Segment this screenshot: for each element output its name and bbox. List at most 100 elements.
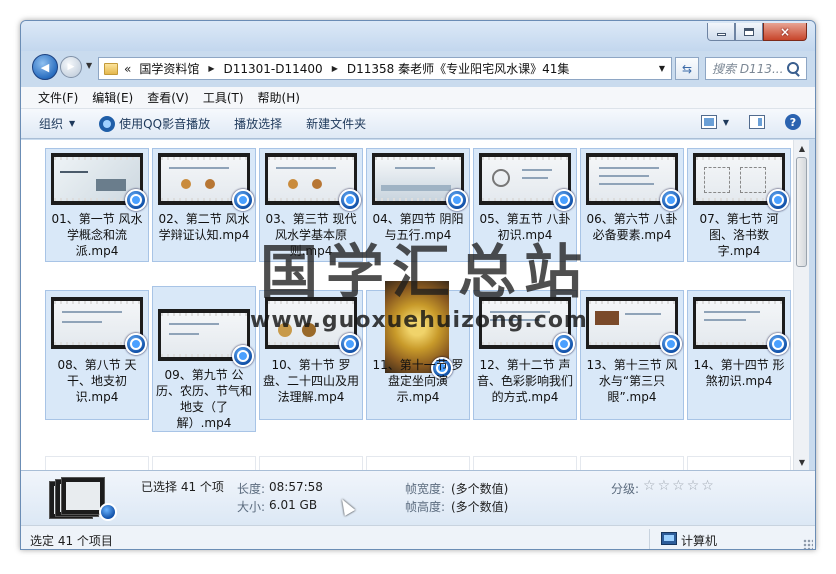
qq-player-icon [767,333,789,355]
file-tile[interactable]: 06、第六节 八卦必备要素.mp4 [580,148,684,262]
qq-player-icon [232,345,254,367]
menu-help[interactable]: 帮助(H) [251,89,307,106]
play-selection-label: 播放选择 [234,117,283,131]
size-value: 6.01 GB [269,498,318,512]
organize-label: 组织 [39,117,64,131]
organize-button[interactable]: 组织 ▼ [39,115,75,132]
video-thumbnail [693,153,789,211]
file-tile[interactable] [687,456,791,470]
menu-file[interactable]: 文件(F) [31,89,85,106]
close-button[interactable]: × [763,23,807,41]
status-location: 计算机 [681,534,718,548]
video-thumbnail [51,153,147,211]
scrollbar-thumb[interactable] [796,157,807,267]
vertical-scrollbar[interactable]: ▲ ▼ [793,140,809,470]
file-tile[interactable]: 14、第十四节 形煞初识.mp4 [687,290,791,420]
address-bar[interactable]: « 国学资料馆 ▶ D11301-D11400 ▶ D11358 秦老师《专业阳… [98,57,672,80]
search-input[interactable]: 搜索 D113... [705,57,807,80]
qq-player-icon [553,333,575,355]
file-tile[interactable] [580,456,684,470]
file-tile[interactable]: 07、第七节 河图、洛书数字.mp4 [687,148,791,262]
menu-view[interactable]: 查看(V) [140,89,196,106]
scroll-down-icon[interactable]: ▼ [794,454,810,470]
file-tile[interactable] [366,456,470,470]
file-name: 01、第一节 风水学概念和流派.mp4 [51,212,143,258]
resize-grip-icon[interactable] [803,539,813,549]
video-thumbnail [51,297,147,355]
breadcrumb-item[interactable]: 国学资料馆 [139,60,199,77]
star-icon[interactable]: ☆ [643,478,656,494]
file-tile[interactable]: 02、第二节 风水学辩证认知.mp4 [152,148,256,262]
file-name: 09、第九节 公历、农历、节气和地支（了解）.mp4 [155,368,252,430]
new-folder-label: 新建文件夹 [306,117,367,131]
qq-play-button[interactable]: 使用QQ影音播放 [99,115,210,132]
rating-label: 分级: [611,482,640,496]
file-name: 06、第六节 八卦必备要素.mp4 [586,212,678,242]
file-tile[interactable]: 13、第十三节 风水与“第三只眼”.mp4 [580,290,684,420]
preview-pane-icon[interactable] [749,115,765,129]
breadcrumb-item[interactable]: D11301-D11400 [224,62,323,76]
file-tile[interactable] [152,456,256,470]
qq-play-label: 使用QQ影音播放 [119,117,211,131]
recent-pages-dropdown[interactable]: ▼ [86,61,92,70]
maximize-icon [744,27,754,36]
qq-player-icon [553,189,575,211]
qq-player-icon [767,189,789,211]
status-divider [649,529,650,549]
star-icon[interactable]: ☆ [672,478,685,494]
breadcrumb-current[interactable]: D11358 秦老师《专业阳宅风水课》41集 [347,60,570,77]
forward-button[interactable]: ▶ [60,56,82,78]
file-tile[interactable]: 01、第一节 风水学概念和流派.mp4 [45,148,149,262]
address-dropdown-icon[interactable]: ▼ [659,64,665,73]
file-name: 11、第十一节 罗盘定坐向演示.mp4 [372,358,464,404]
change-view-icon[interactable] [700,115,717,129]
refresh-button[interactable]: ⇆ [675,57,699,80]
breadcrumb-separator-icon[interactable]: ▶ [332,64,338,73]
qq-player-icon [125,333,147,355]
title-bar: × [21,21,815,51]
file-name: 08、第八节 天干、地支初识.mp4 [57,358,137,404]
file-tile[interactable] [259,456,363,470]
help-icon[interactable]: ? [785,114,801,130]
search-icon[interactable] [786,61,802,77]
rating-stars[interactable]: ☆ ☆ ☆ ☆ ☆ [643,478,716,494]
maximize-button[interactable] [735,23,763,41]
new-folder-button[interactable]: 新建文件夹 [306,115,366,132]
navigation-row: ◀ ▶ ▼ « 国学资料馆 ▶ D11301-D11400 ▶ D11358 秦… [21,51,815,87]
qq-player-icon [339,333,361,355]
video-thumbnail [265,153,361,211]
video-thumbnail [158,153,254,211]
selected-count: 已选择 41 个项 [141,480,224,494]
chevron-left-icon[interactable]: « [124,62,131,76]
qq-player-icon [660,333,682,355]
file-tile[interactable]: 08、第八节 天干、地支初识.mp4 [45,290,149,420]
file-tile[interactable] [45,456,149,470]
file-tile[interactable]: 09、第九节 公历、农历、节气和地支（了解）.mp4 [152,286,256,432]
minimize-button[interactable] [707,23,735,41]
menu-edit[interactable]: 编辑(E) [85,89,140,106]
close-icon: × [779,24,791,39]
qq-player-icon [660,189,682,211]
star-icon[interactable]: ☆ [687,478,700,494]
frame-width-value: (多个数值) [451,482,509,496]
length-value: 08:57:58 [269,480,323,494]
play-selection-button[interactable]: 播放选择 [234,115,282,132]
file-name: 07、第七节 河图、洛书数字.mp4 [699,212,779,258]
qq-player-icon [446,189,468,211]
size-label: 大小: [237,500,266,514]
watermark-title: 国学汇总站 [260,238,591,306]
star-icon[interactable]: ☆ [701,478,714,494]
scroll-up-icon[interactable]: ▲ [794,140,810,156]
frame-height-value: (多个数值) [451,500,509,514]
breadcrumb-separator-icon[interactable]: ▶ [208,64,214,73]
file-tile[interactable] [473,456,577,470]
view-options-dropdown-icon[interactable]: ▼ [723,118,729,127]
menu-bar: 文件(F) 编辑(E) 查看(V) 工具(T) 帮助(H) [21,87,815,109]
qq-player-icon [232,189,254,211]
file-name: 13、第十三节 风水与“第三只眼”.mp4 [586,358,678,404]
video-thumbnail [586,297,682,355]
search-placeholder: 搜索 D113... [712,62,784,76]
menu-tools[interactable]: 工具(T) [196,89,251,106]
star-icon[interactable]: ☆ [658,478,671,494]
back-button[interactable]: ◀ [32,54,58,80]
